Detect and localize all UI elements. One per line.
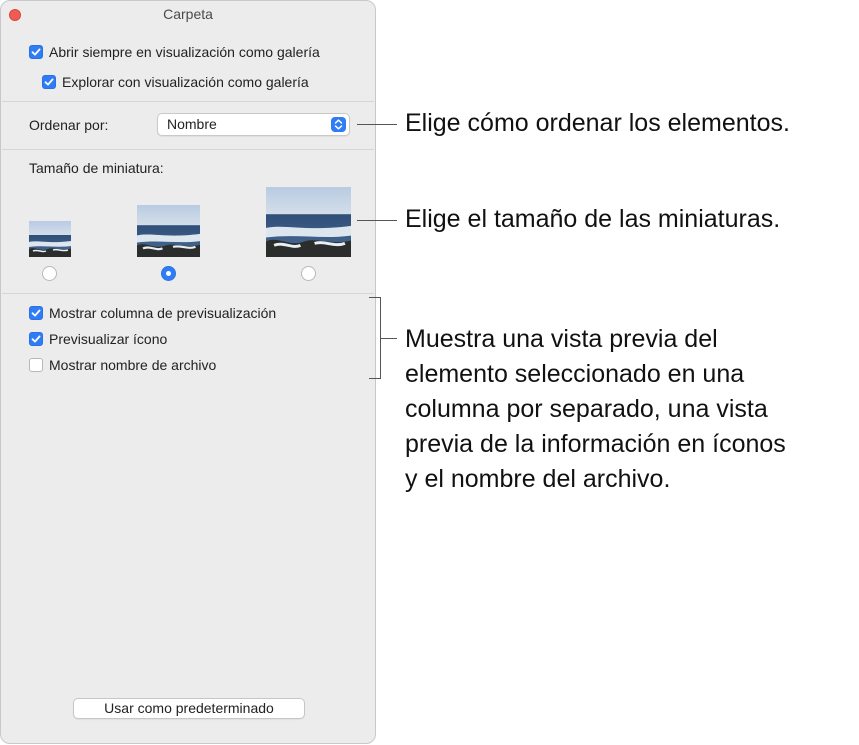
divider — [2, 101, 374, 102]
option-label: Abrir siempre en visualización como gale… — [49, 44, 320, 60]
window-title: Carpeta — [163, 6, 213, 22]
thumbnail-large-image[interactable] — [266, 187, 351, 257]
thumbnail-small-image[interactable] — [29, 221, 71, 257]
popup-arrows-icon — [331, 117, 346, 132]
thumbnail-medium-radio[interactable] — [161, 266, 176, 281]
checkbox-checked-icon[interactable] — [42, 75, 56, 89]
sort-by-popup[interactable]: Nombre — [157, 113, 350, 136]
thumbnail-small-radio[interactable] — [42, 266, 57, 281]
use-as-default-button[interactable]: Usar como predeterminado — [73, 698, 305, 719]
sort-label: Ordenar por: — [29, 117, 109, 133]
thumbnail-large-radio[interactable] — [301, 266, 316, 281]
checkbox-checked-icon[interactable] — [29, 45, 43, 59]
thumbnail-size-label: Tamaño de miniatura: — [29, 160, 164, 176]
callout-preview: Muestra una vista previa del elemento se… — [405, 322, 786, 497]
callout-preview-line: columna por separado, una vista — [405, 395, 768, 423]
option-show-preview-column[interactable]: Mostrar columna de previsualización — [29, 305, 276, 321]
callout-preview-line: y el nombre del archivo. — [405, 465, 671, 493]
checkbox-checked-icon[interactable] — [29, 306, 43, 320]
option-browse-gallery[interactable]: Explorar con visualización como galería — [42, 74, 309, 90]
option-label: Mostrar nombre de archivo — [49, 357, 217, 373]
option-label: Previsualizar ícono — [49, 331, 168, 347]
thumbnail-medium-image[interactable] — [137, 205, 200, 257]
checkbox-checked-icon[interactable] — [29, 332, 43, 346]
folder-view-options-panel: Carpeta Abrir siempre en visualización c… — [0, 0, 376, 744]
callout-thumbnail: Elige el tamaño de las miniaturas. — [405, 205, 781, 233]
checkbox-unchecked-icon[interactable] — [29, 358, 43, 372]
option-show-file-name[interactable]: Mostrar nombre de archivo — [29, 357, 216, 373]
option-label: Explorar con visualización como galería — [62, 74, 309, 90]
divider — [2, 293, 374, 294]
option-preview-icon[interactable]: Previsualizar ícono — [29, 331, 167, 347]
close-button[interactable] — [9, 9, 21, 21]
divider — [2, 149, 374, 150]
callout-leader-line — [357, 124, 397, 125]
sort-by-value: Nombre — [167, 116, 217, 132]
callout-bracket — [369, 297, 381, 379]
callout-preview-line: Muestra una vista previa del — [405, 325, 718, 353]
callout-leader-line — [381, 338, 397, 339]
option-label: Mostrar columna de previsualización — [49, 305, 277, 321]
callout-preview-line: elemento seleccionado en una — [405, 360, 745, 388]
option-always-open-gallery[interactable]: Abrir siempre en visualización como gale… — [29, 44, 320, 60]
callout-preview-line: previa de la información en íconos — [405, 430, 786, 458]
callout-leader-line — [357, 220, 397, 221]
callout-sort: Elige cómo ordenar los elementos. — [405, 109, 790, 137]
